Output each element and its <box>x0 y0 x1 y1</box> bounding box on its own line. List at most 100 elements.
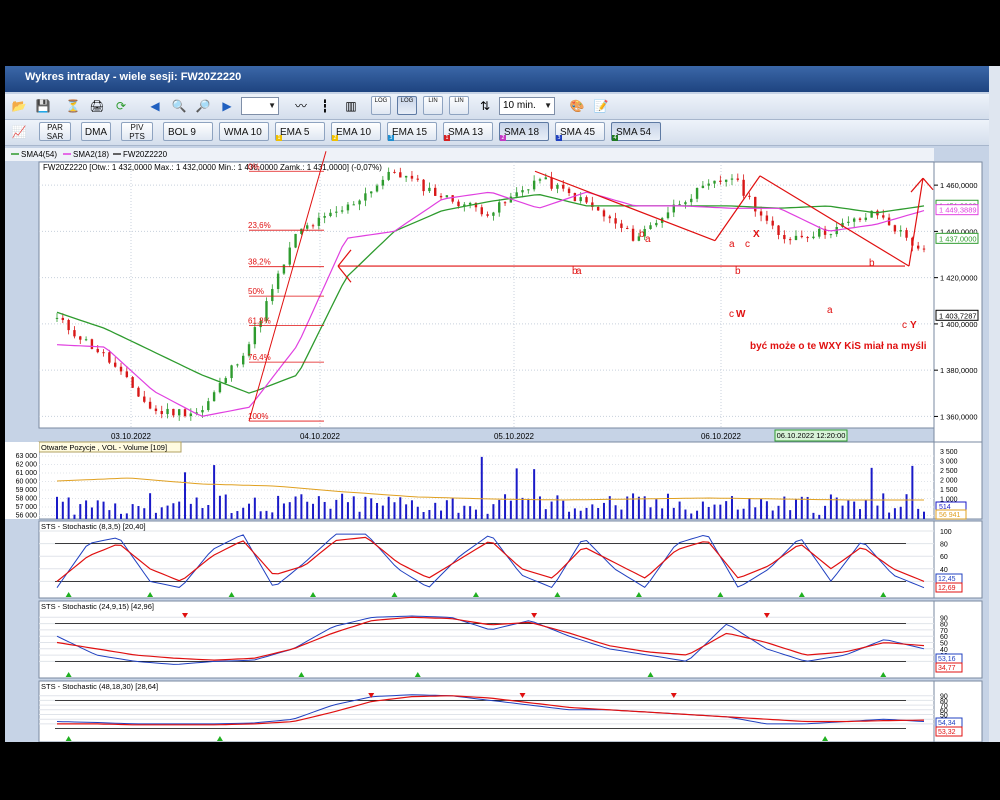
candle-body <box>236 364 239 366</box>
volume-bar <box>317 496 320 519</box>
volume-bar <box>282 503 285 519</box>
volume-bar <box>143 508 146 519</box>
date-tick-label: 04.10.2022 <box>300 432 341 441</box>
candle-body <box>96 348 99 353</box>
wave-label: Y <box>910 320 917 331</box>
stoch-panel-bg <box>38 680 935 742</box>
volume-bar <box>189 503 192 519</box>
volume-bar <box>707 506 710 519</box>
volume-bar <box>789 510 792 519</box>
volume-bar <box>579 510 582 519</box>
volume-bar <box>67 497 70 519</box>
candle-body <box>771 220 774 226</box>
candle <box>137 386 140 398</box>
volume-bar <box>416 506 419 519</box>
candle-body <box>579 197 582 202</box>
candle-body <box>567 188 571 194</box>
candle-body <box>102 352 105 354</box>
volume-bar <box>568 511 571 519</box>
volume-bar <box>166 505 169 519</box>
candle-body <box>847 221 850 223</box>
candle-body <box>113 362 117 367</box>
volume-bar <box>870 467 873 519</box>
volume-bar <box>690 513 693 519</box>
candle-body <box>160 411 163 415</box>
volume-bar <box>335 499 338 519</box>
cursor-date-label: 06.10.2022 12:20:00 <box>777 431 846 440</box>
volume-bar <box>730 496 733 519</box>
volume-bar <box>306 501 309 519</box>
volume-bar <box>346 502 349 519</box>
candle-body <box>445 195 449 198</box>
candle-body <box>55 317 59 319</box>
candle-body <box>346 204 350 211</box>
candle-body <box>707 183 710 186</box>
price-marker-label: 1 449,3889 <box>939 206 977 215</box>
stoch-title: STS - Stochastic (48,18,30) [28,64] <box>41 682 158 691</box>
volume-bar <box>277 495 280 519</box>
volume-left-tick: 63 000 <box>16 453 38 460</box>
volume-bar <box>410 500 413 519</box>
candle-body <box>631 228 635 241</box>
volume-bar <box>73 514 76 519</box>
stoch-title: STS - Stochastic (24,9,15) [42,96] <box>41 602 154 611</box>
candle-body <box>404 175 408 178</box>
candle <box>282 264 286 275</box>
volume-bar <box>131 504 134 519</box>
stoch-marker-label: 53,16 <box>938 656 956 663</box>
candle-body <box>626 227 629 229</box>
volume-bar <box>213 465 216 519</box>
candle-body <box>922 248 926 250</box>
volume-bar <box>387 496 390 519</box>
volume-bar <box>457 512 460 519</box>
candle-body <box>276 273 280 289</box>
volume-bar <box>888 512 891 519</box>
candle-body <box>893 225 897 232</box>
price-marker-label: 1 437,0000 <box>939 234 977 243</box>
stoch-tick-label: 60 <box>940 554 948 561</box>
volume-bar <box>312 503 315 519</box>
candle-body <box>172 408 175 416</box>
candle-body <box>381 179 385 186</box>
volume-bar <box>242 507 245 519</box>
price-tick-label: 1 380,0000 <box>940 366 978 375</box>
candle-body <box>655 222 658 226</box>
volume-bar <box>492 504 495 519</box>
volume-bar <box>125 513 128 519</box>
volume-bar <box>96 500 99 519</box>
vertical-scrollbar[interactable] <box>989 66 1000 742</box>
candle-body <box>788 239 792 241</box>
candle-body <box>713 180 716 184</box>
stoch-panel: STS - Stochastic (24,9,15) [42,96]908070… <box>38 600 983 679</box>
candle-body <box>620 223 623 228</box>
candle-body <box>858 218 862 220</box>
volume-bar <box>760 498 763 519</box>
candle-body <box>218 383 222 393</box>
volume-bar <box>812 512 815 519</box>
volume-bar <box>829 494 832 519</box>
volume-bar <box>393 502 396 519</box>
volume-bar <box>288 502 291 519</box>
candle-body <box>916 245 920 249</box>
volume-bar <box>352 496 355 519</box>
stoch-tick-label: 100 <box>940 529 952 536</box>
stoch-marker-label: 12,69 <box>938 585 956 592</box>
stoch-marker-label: 54,34 <box>938 720 956 727</box>
wave-label: a <box>827 305 833 316</box>
volume-bar <box>434 502 437 519</box>
volume-left-tick: 60 000 <box>16 479 38 486</box>
candle-body <box>119 366 123 372</box>
candle-body <box>573 193 577 202</box>
candle-body <box>806 237 809 239</box>
volume-bar <box>632 493 635 519</box>
candle-body <box>556 184 559 189</box>
candle-body <box>532 180 536 190</box>
candle-body <box>439 195 443 198</box>
candle-body <box>585 197 588 203</box>
volume-bar <box>899 506 902 519</box>
price-tick-label: 1 420,0000 <box>940 274 978 283</box>
candle-body <box>864 217 868 220</box>
volume-bar <box>184 472 187 519</box>
price-header: FW20Z2220 [Otw.: 1 432,0000 Max.: 1 432,… <box>43 163 382 172</box>
volume-right-tick: 2 000 <box>940 478 958 485</box>
